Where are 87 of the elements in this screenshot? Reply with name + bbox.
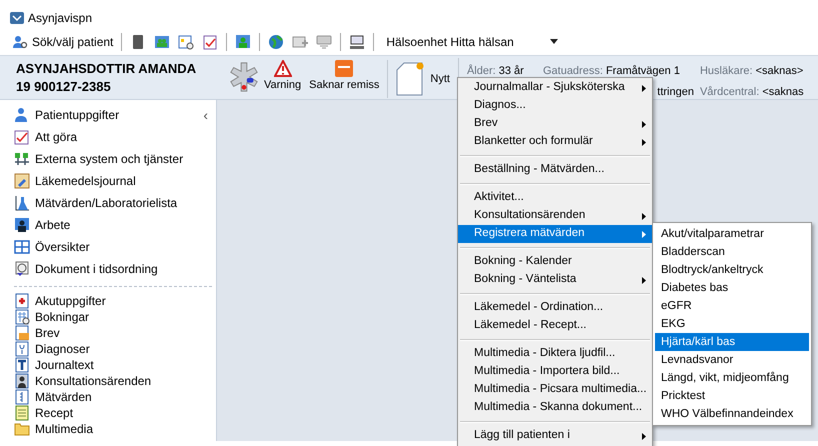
sidebar-item[interactable]: Att göra xyxy=(35,128,208,146)
document-item[interactable]: Journaltext xyxy=(35,356,94,374)
info-field: ttringen xyxy=(657,84,694,97)
document-item[interactable]: Akutuppgifter xyxy=(35,292,106,310)
dropdown-arrow-icon xyxy=(550,39,558,44)
text-document-icon xyxy=(14,357,30,373)
submenu-item[interactable]: Bladderscan xyxy=(655,243,809,261)
new-document-icon xyxy=(396,62,424,96)
globe-icon[interactable] xyxy=(268,34,284,50)
sidebar-item[interactable]: Arbete xyxy=(35,216,208,234)
checklist-icon xyxy=(14,129,30,145)
menu-item[interactable]: Brev xyxy=(458,115,652,133)
menu-item[interactable]: Multimedia - Picsara multimedia... xyxy=(458,381,652,399)
clock-document-icon xyxy=(14,261,30,277)
menu-item[interactable]: Multimedia - Importera bild... xyxy=(458,363,652,381)
document-item[interactable]: Bokningar xyxy=(35,308,90,326)
document-item[interactable]: Diagnoser xyxy=(35,340,90,358)
info-field: Vårdcentral: <saknas xyxy=(700,84,804,97)
menu-item[interactable]: Multimedia - Skanna dokument... xyxy=(458,399,652,417)
menu-item[interactable]: Blanketter och formulär xyxy=(458,133,652,151)
app-icon xyxy=(10,12,24,24)
medical-document-icon xyxy=(14,293,30,309)
menu-item[interactable]: Journalmallar - Sjuksköterska xyxy=(458,79,652,97)
menu-item[interactable]: Multimedia - Diktera ljudfil... xyxy=(458,345,652,363)
document-item[interactable]: Recept xyxy=(35,404,74,422)
menu-item[interactable]: Diagnos... xyxy=(458,97,652,115)
search-patient-button[interactable]: Sök/välj patient xyxy=(12,32,114,50)
sidebar-item[interactable]: Mätvärden/Laboratorielista xyxy=(35,194,208,212)
letter-document-icon xyxy=(14,325,30,341)
menu-item[interactable]: Bokning - Kalender xyxy=(458,253,652,271)
submenu-item[interactable]: WHO Välbefinnandeindex xyxy=(655,405,809,423)
menu-item[interactable]: Läkemedel - Ordination... xyxy=(458,299,652,317)
menu-item[interactable]: Registrera mätvärden xyxy=(458,225,652,243)
submenu-item[interactable]: Längd, vikt, midjeomfång xyxy=(655,369,809,387)
checklist-icon[interactable] xyxy=(202,34,218,50)
person-board-icon[interactable] xyxy=(235,34,252,50)
submenu-item[interactable]: Akut/vitalparametrar xyxy=(655,225,809,243)
people-icon[interactable] xyxy=(154,34,170,50)
document-item[interactable]: Mätvärden xyxy=(35,388,92,406)
menu-item[interactable]: Lägg till patienten i xyxy=(458,427,652,445)
menu-item[interactable]: Aktivitet... xyxy=(458,189,652,207)
prescription-icon xyxy=(14,405,30,421)
new-button[interactable]: Nytt xyxy=(387,60,450,98)
grid-icon xyxy=(14,239,30,255)
submenu-item[interactable]: EKG xyxy=(655,315,809,333)
network-icon xyxy=(14,151,30,167)
warning-button[interactable]: Varning xyxy=(264,60,302,92)
document-item[interactable]: Brev xyxy=(35,324,60,342)
calendar-document-icon xyxy=(14,309,30,325)
referral-button[interactable]: Saknar remiss xyxy=(309,60,380,92)
submenu-item[interactable]: Hjärta/kärl bas xyxy=(655,333,809,351)
menu-item[interactable]: Beställning - Mätvärden... xyxy=(458,161,652,179)
document-item[interactable]: Multimedia xyxy=(35,420,94,438)
info-field: Gatuadress: Framåtvägen 1 xyxy=(542,63,700,80)
info-field: Husläkare: <saknas> xyxy=(700,63,804,80)
info-field: Ålder: 33 år xyxy=(466,63,543,80)
sidebar-item[interactable]: Läkemedelsjournal xyxy=(35,172,208,190)
collapse-button[interactable]: ‹ xyxy=(203,108,208,122)
submenu-item[interactable]: Levnadsvanor xyxy=(655,351,809,369)
person-icon xyxy=(14,107,30,123)
submenu-item[interactable]: Blodtryck/ankeltryck xyxy=(655,261,809,279)
folder-icon xyxy=(14,421,30,437)
menu-item[interactable]: Läkemedel - Recept... xyxy=(458,317,652,335)
person-board-icon xyxy=(14,217,30,233)
submenu-item[interactable]: Diabetes bas xyxy=(655,279,809,297)
sidebar-item[interactable]: Patientuppgifter xyxy=(35,106,198,124)
sidebar-item[interactable]: Dokument i tidsordning xyxy=(35,260,208,278)
submenu-item[interactable]: eGFR xyxy=(655,297,809,315)
person-search-icon xyxy=(12,34,28,50)
warning-icon xyxy=(274,60,292,77)
ruler-document-icon xyxy=(14,389,30,405)
device-icon[interactable] xyxy=(316,34,332,50)
menu-item[interactable]: Konsultationsärenden xyxy=(458,207,652,225)
unit-name: Hälsoenhet Hitta hälsan xyxy=(386,34,514,50)
document-item[interactable]: Konsultationsärenden xyxy=(35,372,152,390)
person-document-icon xyxy=(14,373,30,389)
patient-name: ASYNJAHSDOTTIR AMANDA xyxy=(16,62,198,76)
patient-id: 19 900127-2385 xyxy=(16,80,112,94)
computer-icon[interactable] xyxy=(349,34,366,50)
sidebar-item[interactable]: Översikter xyxy=(35,238,208,256)
sidebar-item[interactable]: Externa system och tjänster xyxy=(35,150,208,168)
medical-star-icon xyxy=(228,61,260,93)
submenu-item[interactable]: Pricktest xyxy=(655,387,809,405)
add-window-icon[interactable] xyxy=(292,34,308,50)
window-title: Asynjavispn xyxy=(28,10,92,27)
menu-item[interactable]: Bokning - Väntelista xyxy=(458,271,652,289)
flask-icon xyxy=(14,195,30,211)
